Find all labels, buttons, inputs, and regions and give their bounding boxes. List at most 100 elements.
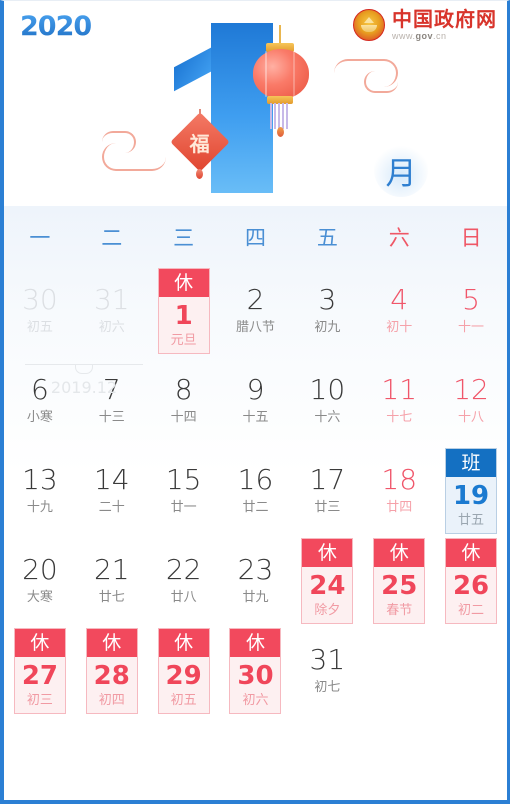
day-lunar-label: 春节 bbox=[386, 603, 413, 618]
day-number: 14 bbox=[93, 463, 130, 496]
day-lunar-label: 小寒 bbox=[26, 410, 53, 425]
day-number: 3 bbox=[318, 283, 337, 316]
day-cell-10[interactable]: 10 十六 bbox=[291, 358, 363, 448]
day-number: 10 bbox=[309, 373, 346, 406]
rest-badge: 休 26 初二 bbox=[445, 538, 498, 624]
day-lunar-label: 十八 bbox=[458, 410, 485, 425]
day-number: 26 bbox=[452, 571, 490, 601]
rest-tag-label: 休 bbox=[14, 629, 65, 657]
day-number: 24 bbox=[309, 571, 346, 601]
day-cell-16[interactable]: 16 廿二 bbox=[220, 448, 292, 538]
rest-badge: 休 29 初五 bbox=[157, 628, 210, 714]
day-cell-23[interactable]: 23 廿九 bbox=[220, 538, 292, 628]
day-number: 11 bbox=[381, 373, 418, 406]
day-cell-31[interactable]: 31 初七 bbox=[291, 628, 363, 718]
day-lunar-label: 初三 bbox=[26, 693, 53, 708]
gov-logo-text: 中国政府网 www.gov.cn bbox=[392, 9, 497, 41]
day-cell-11[interactable]: 11 十七 bbox=[363, 358, 435, 448]
month-character: 月 bbox=[385, 155, 417, 192]
day-lunar-label: 初六 bbox=[98, 320, 125, 335]
day-lunar-label: 初二 bbox=[458, 603, 485, 618]
prev-month-text: 2019.12 bbox=[50, 378, 118, 397]
rest-badge: 休 25 春节 bbox=[373, 538, 426, 624]
day-cell-30[interactable]: 休 30 初六 bbox=[220, 628, 292, 718]
day-cell-29[interactable]: 休 29 初五 bbox=[148, 628, 220, 718]
lantern-icon bbox=[253, 49, 309, 99]
day-lunar-label: 廿三 bbox=[314, 500, 341, 515]
gov-url-main: gov bbox=[415, 31, 434, 41]
weekday-header-row: 一二三四五六日 bbox=[4, 206, 507, 268]
work-tag-label: 班 bbox=[446, 449, 497, 477]
day-lunar-label: 初五 bbox=[26, 320, 53, 335]
gov-url-suffix: .cn bbox=[433, 31, 447, 41]
day-cell-28[interactable]: 休 28 初四 bbox=[76, 628, 148, 718]
day-cell-27[interactable]: 休 27 初三 bbox=[4, 628, 76, 718]
day-lunar-label: 初十 bbox=[386, 320, 413, 335]
day-cell-24[interactable]: 休 24 除夕 bbox=[291, 538, 363, 628]
day-cell-17[interactable]: 17 廿三 bbox=[291, 448, 363, 538]
day-number: 8 bbox=[174, 373, 193, 406]
day-lunar-label: 初九 bbox=[314, 320, 341, 335]
rest-badge: 休 27 初三 bbox=[13, 628, 66, 714]
rest-tag-label: 休 bbox=[302, 539, 353, 567]
day-cell-3[interactable]: 3 初九 bbox=[291, 268, 363, 358]
calendar-body: 一二三四五六日 30 初五 31 初六休 1 元旦 2 腊八节 3 初九 4 初十 5 十一 6 小寒 7 十三 8… bbox=[4, 206, 507, 800]
day-lunar-label: 十一 bbox=[458, 320, 485, 335]
day-lunar-label: 廿二 bbox=[242, 500, 269, 515]
rest-tag-label: 休 bbox=[230, 629, 281, 657]
calendar-grid: 30 初五 31 初六休 1 元旦 2 腊八节 3 初九 4 初十 5 十一 6 小寒 7 十三 8 十四 9 十五 10 十… bbox=[4, 268, 507, 718]
day-cell-14[interactable]: 14 二十 bbox=[76, 448, 148, 538]
fu-character: 福 bbox=[190, 131, 210, 156]
day-cell-21[interactable]: 21 廿七 bbox=[76, 538, 148, 628]
national-emblem-icon bbox=[353, 9, 385, 41]
calendar-page: 福 月 2020 中国政府网 www.gov.cn 一二三四五六日 30 初五 31… bbox=[0, 0, 510, 804]
day-cell-13[interactable]: 13 十九 bbox=[4, 448, 76, 538]
day-cell-8[interactable]: 8 十四 bbox=[148, 358, 220, 448]
gov-logo[interactable]: 中国政府网 www.gov.cn bbox=[353, 9, 497, 41]
swirl-left-upper-icon bbox=[102, 131, 136, 153]
rest-tag-label: 休 bbox=[446, 539, 497, 567]
day-lunar-label: 初五 bbox=[170, 693, 197, 708]
day-cell-12[interactable]: 12 十八 bbox=[435, 358, 507, 448]
day-number: 4 bbox=[390, 283, 409, 316]
day-cell-9[interactable]: 9 十五 bbox=[220, 358, 292, 448]
weekday-header-5: 六 bbox=[388, 226, 410, 250]
day-lunar-label: 廿七 bbox=[98, 590, 125, 605]
rest-badge: 休 24 除夕 bbox=[301, 538, 354, 624]
day-number: 22 bbox=[165, 553, 202, 586]
day-number: 31 bbox=[93, 283, 130, 316]
day-number: 20 bbox=[22, 553, 58, 586]
day-cell-15[interactable]: 15 廿一 bbox=[148, 448, 220, 538]
day-lunar-label: 初七 bbox=[314, 680, 341, 695]
day-cell-18[interactable]: 18 廿四 bbox=[363, 448, 435, 538]
gov-url-prefix: www. bbox=[392, 31, 416, 41]
day-lunar-label: 元旦 bbox=[170, 333, 197, 348]
day-cell-4[interactable]: 4 初十 bbox=[363, 268, 435, 358]
day-number: 28 bbox=[93, 661, 130, 691]
day-cell-25[interactable]: 休 25 春节 bbox=[363, 538, 435, 628]
day-lunar-label: 廿一 bbox=[170, 500, 197, 515]
day-cell-1[interactable]: 休 1 元旦 bbox=[148, 268, 220, 358]
day-lunar-label: 十三 bbox=[98, 410, 125, 425]
day-cell-30[interactable]: 30 初五 bbox=[4, 268, 76, 358]
rest-tag-label: 休 bbox=[158, 629, 209, 657]
numeral-one-body bbox=[211, 23, 273, 193]
day-lunar-label: 廿八 bbox=[170, 590, 197, 605]
prev-month-brace bbox=[25, 364, 143, 376]
day-cell-20[interactable]: 20 大寒 bbox=[4, 538, 76, 628]
weekday-header-2: 三 bbox=[173, 226, 195, 250]
day-cell-26[interactable]: 休 26 初二 bbox=[435, 538, 507, 628]
year-logo: 2020 bbox=[20, 11, 92, 42]
day-cell-31[interactable]: 31 初六 bbox=[76, 268, 148, 358]
day-cell-5[interactable]: 5 十一 bbox=[435, 268, 507, 358]
day-cell-19[interactable]: 班 19 廿五 bbox=[435, 448, 507, 538]
lantern-drop bbox=[277, 127, 284, 137]
prev-month-label: 2019.12 bbox=[18, 364, 150, 397]
work-badge: 班 19 廿五 bbox=[445, 448, 498, 534]
day-lunar-label: 初六 bbox=[242, 693, 269, 708]
day-cell-22[interactable]: 22 廿八 bbox=[148, 538, 220, 628]
numeral-one-flag bbox=[174, 46, 214, 92]
day-cell-2[interactable]: 2 腊八节 bbox=[220, 268, 292, 358]
day-lunar-label: 十五 bbox=[242, 410, 269, 425]
day-lunar-label: 十九 bbox=[26, 500, 53, 515]
